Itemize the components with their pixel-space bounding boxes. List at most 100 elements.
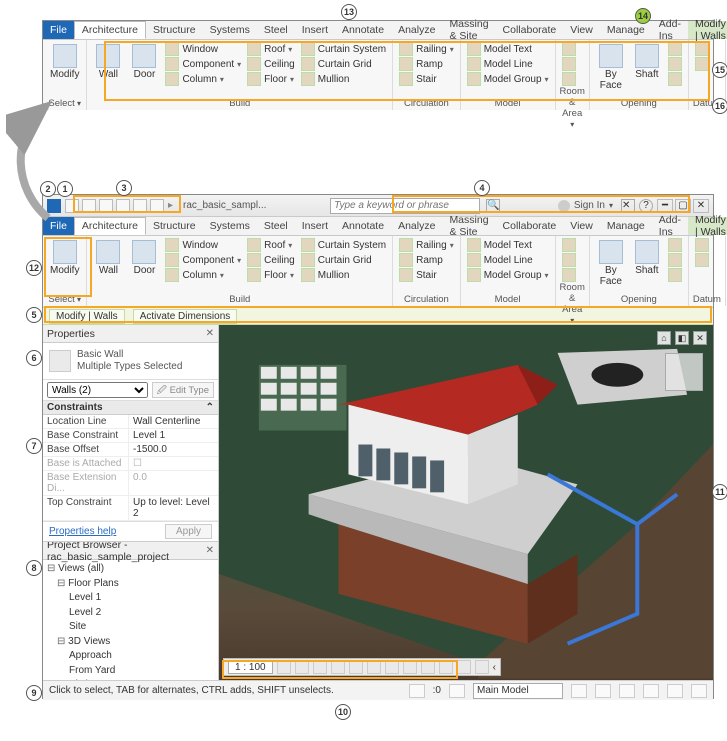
nav-close-icon[interactable]: ✕ [693, 331, 707, 345]
tab-massing[interactable]: Massing & Site [442, 21, 495, 39]
detail-level-icon[interactable] [277, 660, 291, 674]
viewcube[interactable] [665, 353, 703, 391]
stair-button[interactable]: Stair [397, 72, 456, 86]
modelline-button[interactable]: Model Line [465, 57, 551, 71]
status-designopts-icon[interactable] [571, 684, 587, 698]
shadows-icon[interactable] [331, 660, 345, 674]
analytical-icon[interactable] [457, 660, 471, 674]
tab-file[interactable]: File [43, 21, 74, 39]
qat-print-icon[interactable] [133, 199, 147, 213]
qat-save-icon[interactable] [82, 199, 96, 213]
minimize-icon[interactable]: ━ [657, 199, 673, 213]
maximize-icon[interactable]: ▢ [675, 199, 691, 213]
tag-pop[interactable] [560, 72, 578, 86]
status-selectlinks-icon[interactable] [595, 684, 611, 698]
tree-item[interactable]: Level 2 [47, 606, 214, 621]
tab-arch-2[interactable]: Architecture [74, 217, 146, 235]
project-tree[interactable]: Views (all) Floor Plans Level 1 Level 2 … [43, 560, 218, 680]
nav-fullnav-icon[interactable]: ◧ [675, 331, 689, 345]
wall-button[interactable]: Wall [91, 42, 125, 82]
door-button[interactable]: Door [127, 42, 161, 82]
level-button[interactable] [693, 42, 711, 56]
status-selectpinned-icon[interactable] [619, 684, 635, 698]
tree-item[interactable]: From Yard [47, 664, 214, 679]
properties-header[interactable]: Properties ✕ [43, 325, 218, 343]
floor-button[interactable]: Floor [245, 72, 297, 86]
properties-help-link[interactable]: Properties help [49, 526, 116, 537]
exchange-icon[interactable]: ✕ [621, 199, 635, 213]
room-pop[interactable] [560, 42, 578, 56]
area-pop[interactable] [560, 57, 578, 71]
temp-hide-icon[interactable] [421, 660, 435, 674]
component-button[interactable]: Component [163, 57, 243, 71]
tab-context-2[interactable]: Modify | Walls [688, 217, 727, 235]
column-button[interactable]: Column [163, 72, 243, 86]
signin[interactable]: Sign In ▾ [558, 200, 613, 212]
reveal-icon[interactable] [439, 660, 453, 674]
status-dragfilter-icon[interactable] [667, 684, 683, 698]
window-button[interactable]: Window [163, 42, 243, 56]
unlock-icon[interactable] [403, 660, 417, 674]
tab-insert[interactable]: Insert [295, 21, 335, 39]
edit-type-button[interactable]: 🖉 Edit Type [152, 382, 214, 398]
panel-room[interactable]: Room & Area [560, 86, 585, 131]
qat-undo-icon[interactable] [99, 199, 113, 213]
qat-measure-icon[interactable] [150, 199, 164, 213]
help-icon[interactable]: ? [639, 199, 653, 213]
modify-button[interactable]: Modify [47, 42, 82, 82]
browser-header[interactable]: Project Browser - rac_basic_sample_proje… [43, 542, 218, 560]
open-vert[interactable] [666, 57, 684, 71]
crop-region-icon[interactable] [385, 660, 399, 674]
tree-item[interactable]: Approach [47, 649, 214, 664]
render-icon[interactable] [349, 660, 363, 674]
tab-architecture[interactable]: Architecture [74, 21, 146, 39]
tab-addins[interactable]: Add-Ins [652, 21, 688, 39]
reveal-constraints-icon[interactable] [475, 660, 489, 674]
tree-item[interactable]: Site [47, 620, 214, 635]
byface-button[interactable]: By Face [594, 42, 628, 93]
grid-button[interactable] [693, 57, 711, 71]
tab-context[interactable]: Modify | Walls [688, 21, 727, 39]
modify-button-2[interactable]: Modify [47, 238, 82, 278]
type-selector[interactable]: Basic Wall Multiple Types Selected [43, 343, 218, 380]
close-icon[interactable]: ✕ [206, 545, 214, 556]
crop-icon[interactable] [367, 660, 381, 674]
overflow-icon[interactable]: ‹ [493, 662, 496, 673]
status-editable-icon[interactable] [449, 684, 465, 698]
tab-annotate[interactable]: Annotate [335, 21, 391, 39]
tab-analyze[interactable]: Analyze [391, 21, 442, 39]
open-dormer[interactable] [666, 72, 684, 86]
scale-selector[interactable]: 1 : 100 [228, 661, 273, 674]
close-icon[interactable]: ✕ [693, 199, 709, 213]
tab-view[interactable]: View [563, 21, 600, 39]
tree-item[interactable]: Level 1 [47, 591, 214, 606]
tab-systems[interactable]: Systems [203, 21, 257, 39]
nav-home-icon[interactable]: ⌂ [657, 331, 671, 345]
search-icon[interactable]: 🔍 [486, 199, 500, 213]
modelgroup-button[interactable]: Model Group [465, 72, 551, 86]
activate-dimensions-button[interactable]: Activate Dimensions [133, 309, 238, 324]
roof-button[interactable]: Roof [245, 42, 297, 56]
view-canvas[interactable]: ⌂ ◧ ✕ 1 : 100 ‹ [219, 325, 713, 680]
tree-item[interactable]: Kitchen [47, 678, 214, 680]
curtaingrid-button[interactable]: Curtain Grid [299, 57, 388, 71]
ceiling-button[interactable]: Ceiling [245, 57, 297, 71]
open-wall[interactable] [666, 42, 684, 56]
workset-selector[interactable]: Main Model [473, 683, 563, 699]
apply-button[interactable]: Apply [165, 524, 212, 539]
tab-collab[interactable]: Collaborate [496, 21, 564, 39]
search-input[interactable] [330, 198, 480, 214]
mullion-button[interactable]: Mullion [299, 72, 388, 86]
status-filter-icon[interactable] [691, 684, 707, 698]
status-selectface-icon[interactable] [643, 684, 659, 698]
visual-style-icon[interactable] [295, 660, 309, 674]
qat-open-icon[interactable] [65, 199, 79, 213]
close-icon[interactable]: ✕ [206, 328, 214, 339]
modeltext-button[interactable]: Model Text [465, 42, 551, 56]
tab-steel[interactable]: Steel [257, 21, 295, 39]
tab-structure[interactable]: Structure [146, 21, 203, 39]
instance-filter[interactable]: Walls (2) [47, 382, 148, 398]
collapse-icon[interactable]: ⌃ [206, 402, 214, 413]
status-worksets-icon[interactable] [409, 684, 425, 698]
shaft-button[interactable]: Shaft [630, 42, 664, 82]
